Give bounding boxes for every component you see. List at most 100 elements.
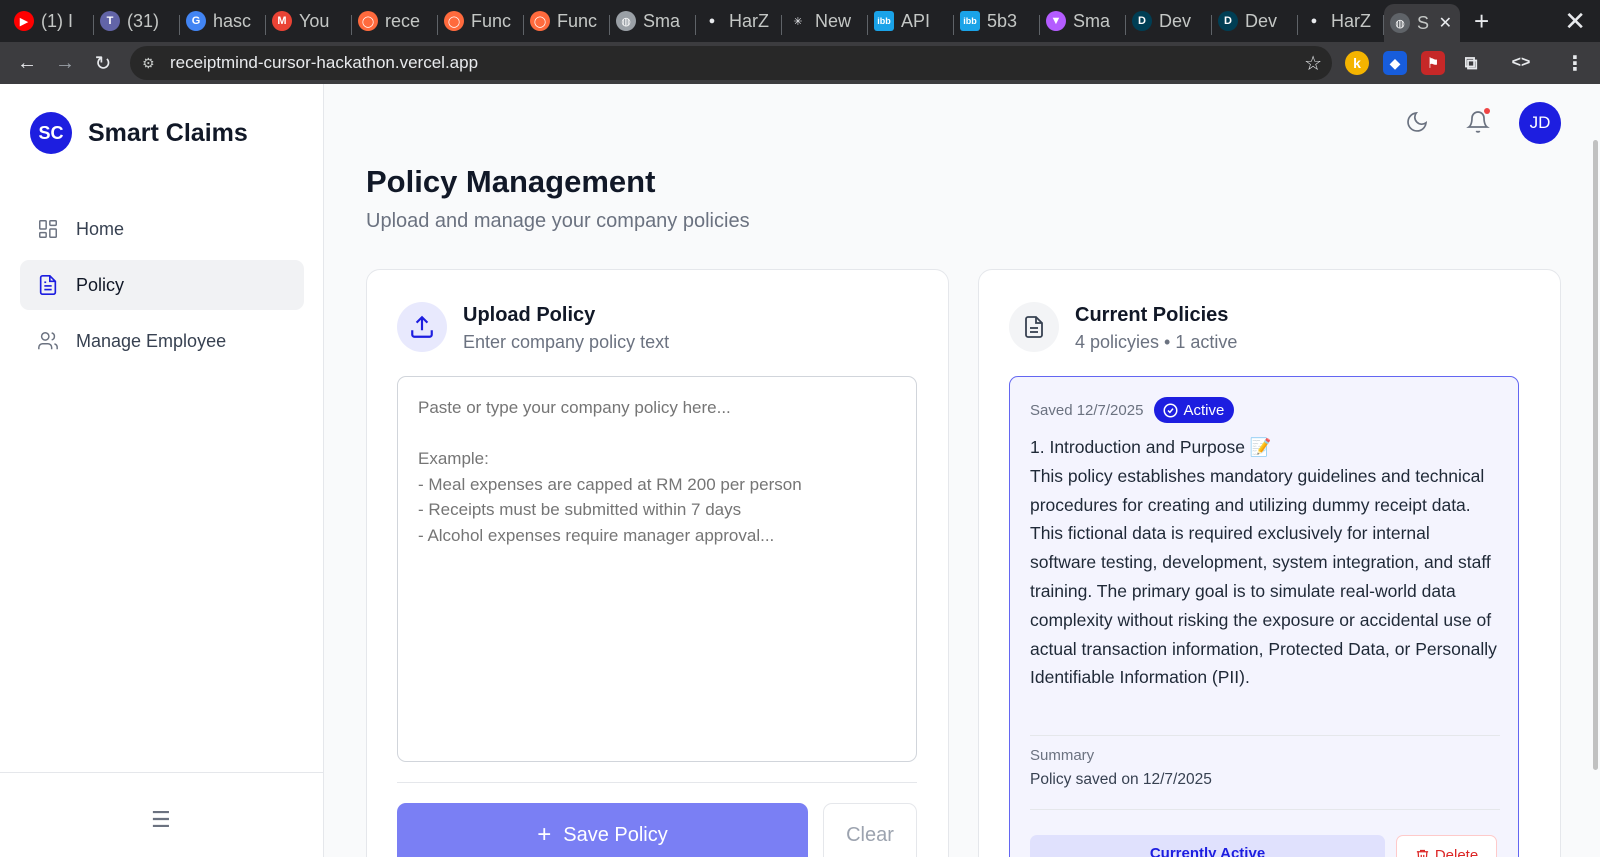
bookmark-star-icon[interactable]: ☆ <box>1304 51 1322 76</box>
forward-icon[interactable]: → <box>46 52 84 75</box>
window-close-icon[interactable]: ✕ <box>1564 6 1586 37</box>
brand[interactable]: SC Smart Claims <box>30 112 248 154</box>
policy-heading: 1. Introduction and Purpose 📝 <box>1030 437 1272 457</box>
policy-meta: Saved 12/7/2025 Active <box>1030 397 1235 423</box>
browser-tab[interactable]: ibb API <box>868 4 954 38</box>
summary-label: Summary <box>1030 747 1095 764</box>
browser-tab-label: Sma <box>643 10 681 31</box>
policy-saved-date: Saved 12/7/2025 <box>1030 401 1144 419</box>
save-policy-button[interactable]: + Save Policy <box>397 803 808 857</box>
browser-tab[interactable]: D Dev <box>1212 4 1298 38</box>
browser-tab-label: Func <box>471 10 512 31</box>
browser-tab-label: hasc <box>213 10 252 31</box>
browser-tab[interactable]: M You <box>266 4 352 38</box>
sidebar-item-label: Home <box>76 218 125 239</box>
browser-tab[interactable]: ◯ rece <box>352 4 438 38</box>
browser-tab-label: New <box>815 10 852 31</box>
policy-item[interactable]: Saved 12/7/2025 Active 1. Introduction a… <box>1009 376 1519 857</box>
back-icon[interactable]: ← <box>8 52 46 75</box>
grid-icon <box>36 217 60 241</box>
browser-tab[interactable]: ▼ Sma <box>1040 4 1126 38</box>
reload-icon[interactable]: ↻ <box>84 51 122 76</box>
browser-tab[interactable]: ◯ Func <box>524 4 610 38</box>
sidebar-item-label: Manage Employee <box>76 330 227 351</box>
globe-icon: ◍ <box>616 11 636 31</box>
browser-tab-strip: ▶ (1) I T (31) Ghasc M You ◯ rece ◯ Func ◯ Func ◍ Sma ●… <box>0 0 1600 42</box>
sidebar-footer: ☰ <box>0 772 324 857</box>
upload-card-title-block: Upload Policy Enter company policy text <box>463 302 669 356</box>
current-policies-card: Current Policies 4 policyies • 1 active … <box>978 269 1561 857</box>
sidebar-item-policy[interactable]: Policy <box>20 260 304 310</box>
vite-icon: ▼ <box>1046 11 1066 31</box>
active-tab[interactable]: ◍ S ✕ <box>1384 4 1460 42</box>
collapse-menu-icon[interactable]: ☰ <box>151 807 171 833</box>
upload-card-description: Enter company policy text <box>463 332 670 352</box>
clear-button[interactable]: Clear <box>823 803 917 857</box>
extension-k-icon[interactable]: k <box>1345 51 1369 75</box>
site-settings-icon[interactable]: ⚙ <box>142 55 162 71</box>
app-viewport: SC Smart Claims Home Policy Manage Emplo… <box>0 84 1600 857</box>
moon-icon <box>1407 111 1428 132</box>
github-icon: ● <box>1310 15 1318 27</box>
users-icon <box>36 329 60 353</box>
browser-tab[interactable]: ▶ (1) I <box>8 4 94 38</box>
github-icon: ● <box>708 15 716 27</box>
sidebar-item-manage-employee[interactable]: Manage Employee <box>20 316 304 366</box>
ring-icon: ◯ <box>530 11 550 31</box>
sidebar-item-home[interactable]: Home <box>20 204 304 254</box>
ring-icon: ◯ <box>444 11 464 31</box>
browser-tab[interactable]: ◯ Func <box>438 4 524 38</box>
browser-tab-label: Dev <box>1159 10 1192 31</box>
google-icon: G <box>186 11 206 31</box>
policy-content: 1. Introduction and Purpose 📝 This policy… <box>1030 433 1500 692</box>
document-icon <box>1009 302 1059 352</box>
policy-text-input[interactable] <box>397 376 917 762</box>
status-badge-label: Active <box>1183 401 1225 419</box>
page-scrollbar[interactable] <box>1593 140 1598 770</box>
document-icon <box>36 273 60 297</box>
browser-tab[interactable]: ● HarZ <box>1298 4 1384 38</box>
currently-active-button[interactable]: Currently Active <box>1030 835 1385 857</box>
ibb-icon: ibb <box>960 11 980 31</box>
menu-kebab-icon[interactable]: ⋮ <box>1563 51 1587 75</box>
policies-card-title-block: Current Policies 4 policyies • 1 active <box>1075 302 1237 356</box>
browser-tab[interactable]: ✳ New <box>782 4 868 38</box>
upload-icon <box>397 302 447 352</box>
policies-card-header: Current Policies 4 policyies • 1 active <box>1009 302 1237 356</box>
brand-logo: SC <box>30 112 72 154</box>
dark-mode-toggle[interactable] <box>1397 102 1437 142</box>
browser-tab-label: API <box>901 10 931 31</box>
browser-tab-label: You <box>299 10 330 31</box>
extensions-puzzle-icon[interactable]: ⧉ <box>1459 51 1483 75</box>
divider <box>397 782 917 783</box>
brand-name: Smart Claims <box>88 118 248 147</box>
policies-count: 4 policyies • 1 active <box>1075 332 1238 352</box>
bitwarden-icon[interactable]: ◆ <box>1383 51 1407 75</box>
browser-tab[interactable]: Ghasc <box>180 4 266 38</box>
ring-icon: ◯ <box>358 11 378 31</box>
browser-tab[interactable]: ibb 5b3 <box>954 4 1040 38</box>
summary-text: Policy saved on 12/7/2025 <box>1030 771 1212 788</box>
devtools-icon[interactable]: <> <box>1509 51 1533 75</box>
upload-card-header: Upload Policy Enter company policy text <box>397 302 669 356</box>
divider <box>1030 809 1500 810</box>
browser-tab-label: 5b3 <box>987 10 1018 31</box>
gmail-icon: M <box>272 11 292 31</box>
new-tab-button[interactable]: + <box>1474 6 1498 37</box>
address-bar[interactable]: ⚙ receiptmind-cursor-hackathon.vercel.ap… <box>130 46 1332 80</box>
notifications-button[interactable] <box>1458 102 1498 142</box>
devpost-icon: D <box>1218 11 1238 31</box>
notification-dot <box>1484 108 1490 114</box>
status-badge: Active <box>1154 397 1235 423</box>
browser-tab[interactable]: T (31) <box>94 4 180 38</box>
browser-tab[interactable]: ● HarZ <box>696 4 782 38</box>
browser-tab[interactable]: ◍ Sma <box>610 4 696 38</box>
plus-icon: + <box>537 821 552 848</box>
url-text: receiptmind-cursor-hackathon.vercel.app <box>170 53 479 72</box>
user-menu[interactable]: JD <box>1518 101 1562 145</box>
browser-tab-label: Sma <box>1073 10 1111 31</box>
browser-tab[interactable]: D Dev <box>1126 4 1212 38</box>
close-tab-icon[interactable]: ✕ <box>1439 13 1452 33</box>
extension-flag-icon[interactable]: ⚑ <box>1421 51 1445 75</box>
delete-button[interactable]: Delete <box>1396 835 1497 857</box>
